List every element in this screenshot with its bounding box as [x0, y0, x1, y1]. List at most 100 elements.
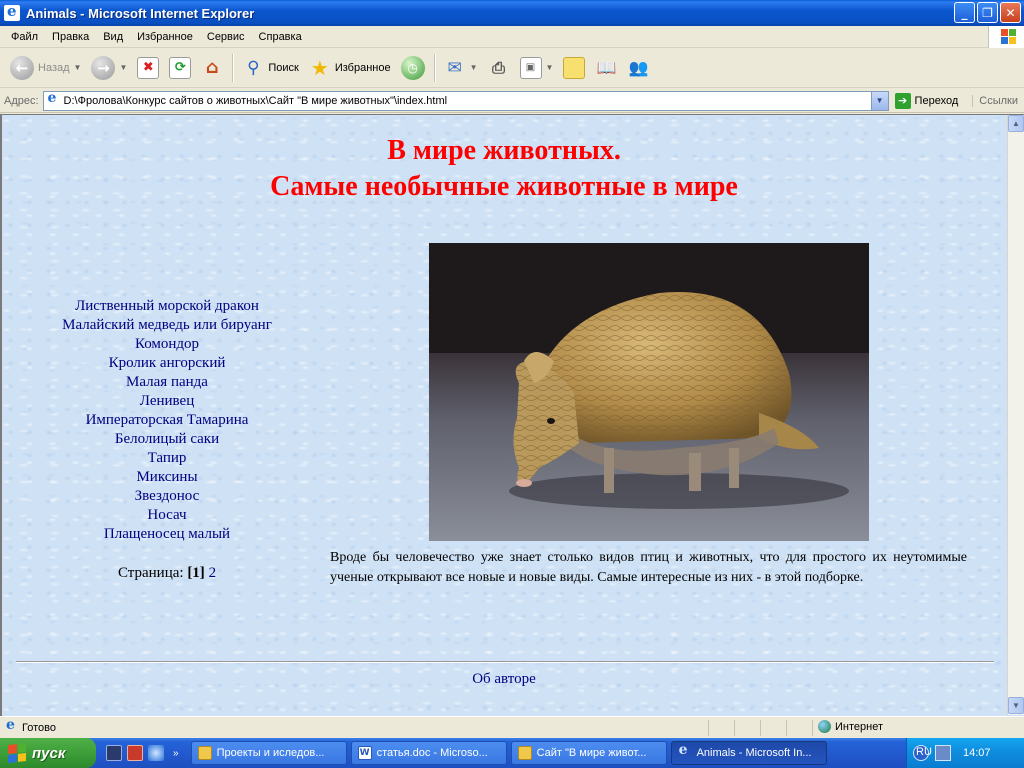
nav-link-hagfish[interactable]: Миксины [42, 468, 292, 487]
messenger-users-icon: 👥 [628, 58, 649, 77]
quick-launch-more-icon[interactable]: » [173, 748, 179, 759]
animal-nav-list: Лиственный морской дракон Малайский медв… [42, 297, 292, 544]
nav-link-emperor-tamarin[interactable]: Императорская Тамарина [42, 411, 292, 430]
refresh-button[interactable]: ⟳ [165, 51, 195, 85]
security-zone-label: Интернет [835, 720, 883, 733]
minimize-button[interactable]: _ [954, 2, 975, 23]
home-button[interactable]: ⌂ [197, 51, 227, 85]
menu-tools[interactable]: Сервис [200, 29, 252, 45]
nav-link-tapir[interactable]: Тапир [42, 449, 292, 468]
edit-dropdown-icon[interactable]: ▼ [546, 63, 554, 72]
nav-link-sloth[interactable]: Ленивец [42, 392, 292, 411]
research-button[interactable]: 📖 [591, 51, 621, 85]
home-icon: ⌂ [205, 57, 219, 78]
print-button[interactable]: ⎙ [484, 51, 514, 85]
taskbar-item[interactable]: Проекты и иследов... [190, 741, 347, 765]
edit-button[interactable]: ▣ ▼ [516, 51, 558, 85]
go-arrow-icon: ➔ [894, 92, 911, 109]
menu-help[interactable]: Справка [252, 29, 309, 45]
quick-launch-app-icon[interactable] [127, 745, 143, 761]
menu-favorites[interactable]: Избранное [130, 29, 200, 45]
nav-link-sun-bear[interactable]: Малайский медведь или бируанг [42, 316, 292, 335]
start-button[interactable]: пуск [0, 738, 96, 768]
status-text: Готово [22, 721, 56, 734]
mail-dropdown-icon[interactable]: ▼ [470, 63, 478, 72]
internet-globe-icon [818, 720, 831, 733]
language-indicator[interactable]: RU [916, 746, 932, 758]
armadillo-photo [429, 243, 869, 541]
menu-edit[interactable]: Правка [45, 29, 96, 45]
word-document-icon: W [357, 746, 372, 760]
toolbar-separator [232, 53, 234, 82]
pagination-page-2-link[interactable]: 2 [209, 565, 217, 581]
status-divider [786, 720, 787, 736]
nav-link-pink-fairy-armadillo[interactable]: Плащеносец малый [42, 525, 292, 544]
menu-file[interactable]: Файл [4, 29, 45, 45]
nav-link-white-faced-saki[interactable]: Белолицый саки [42, 430, 292, 449]
taskbar-item[interactable]: W статья.doc - Microso... [350, 741, 507, 765]
close-button[interactable]: ✕ [1000, 2, 1021, 23]
footer-divider [16, 661, 994, 663]
back-button[interactable]: ← Назад ▼ [6, 51, 85, 85]
go-button[interactable]: ➔ Переход [894, 92, 958, 109]
address-value: D:\Фролова\Конкурс сайтов о животных\Сай… [63, 94, 448, 107]
search-icon: ⚲ [247, 57, 260, 78]
security-zone: Интернет [818, 720, 883, 733]
links-bar[interactable]: Ссылки [972, 94, 1018, 107]
ie-app-icon [4, 2, 20, 21]
pagination-label: Страница: [117, 565, 184, 581]
back-label: Назад [38, 61, 70, 74]
about-author-link[interactable]: Об авторе [2, 671, 1006, 688]
start-label: пуск [32, 744, 66, 762]
armadillo-illustration [429, 243, 869, 541]
scroll-up-button[interactable]: ▲ [1008, 115, 1024, 132]
taskbar-item[interactable]: Сайт "В мире живот... [510, 741, 667, 765]
folder-icon [197, 746, 212, 760]
forward-button[interactable]: → ▼ [87, 51, 131, 85]
nav-link-angora-rabbit[interactable]: Кролик ангорский [42, 354, 292, 373]
menu-view[interactable]: Вид [96, 29, 130, 45]
ie-icon [678, 746, 692, 760]
quick-launch-desktop-icon[interactable] [106, 745, 122, 761]
favorites-star-icon: ★ [310, 55, 329, 80]
research-icon: 📖 [596, 58, 617, 77]
address-dropdown-icon[interactable]: ▼ [870, 91, 888, 110]
nav-link-komondor[interactable]: Комондор [42, 335, 292, 354]
vertical-scrollbar[interactable]: ▲ ▼ [1007, 115, 1024, 715]
stop-button[interactable]: ✖ [133, 51, 163, 85]
folder-icon [517, 746, 532, 760]
nav-link-star-nosed-mole[interactable]: Звездонос [42, 487, 292, 506]
window-title-bar[interactable]: Animals - Microsoft Internet Explorer _ … [0, 0, 1024, 26]
taskbar: пуск » Проекты и иследов... W статья.doc… [0, 738, 1024, 768]
article-text: Вроде бы человечество уже знает столько … [330, 550, 967, 585]
pagination: Страница: [1] 2 [42, 565, 292, 582]
mail-button[interactable]: ✉ ▼ [440, 51, 482, 85]
nav-link-proboscis-monkey[interactable]: Носач [42, 506, 292, 525]
taskbar-item-active[interactable]: Animals - Microsoft In... [670, 741, 827, 765]
tray-network-icon[interactable] [935, 745, 951, 761]
address-label: Адрес: [4, 94, 39, 107]
nav-link-red-panda[interactable]: Малая панда [42, 373, 292, 392]
taskbar-item-label: Сайт "В мире живот... [536, 747, 647, 759]
forward-dropdown-icon[interactable]: ▼ [119, 63, 127, 72]
favorites-label: Избранное [334, 61, 391, 74]
quick-launch: » [106, 745, 179, 761]
note-icon [563, 56, 586, 79]
history-button[interactable]: ◷ [397, 51, 429, 85]
history-icon: ◷ [400, 55, 425, 80]
toolbar-separator [433, 53, 435, 82]
page-title-line1: В мире животных. [387, 135, 621, 166]
quick-launch-ie-icon[interactable] [148, 745, 164, 761]
toolbar: ← Назад ▼ → ▼ ✖ ⟳ ⌂ ⚲ Поиск ★ Избранное … [0, 48, 1024, 88]
back-dropdown-icon[interactable]: ▼ [74, 63, 82, 72]
search-button[interactable]: ⚲ Поиск [238, 51, 302, 85]
messenger-button[interactable]: 👥 [623, 51, 653, 85]
maximize-button[interactable]: ❐ [977, 2, 998, 23]
refresh-icon: ⟳ [169, 56, 192, 79]
scroll-down-button[interactable]: ▼ [1008, 697, 1024, 714]
address-input[interactable]: D:\Фролова\Конкурс сайтов о животных\Сай… [42, 90, 889, 111]
tray-clock[interactable]: 14:07 [963, 747, 991, 759]
nav-link-leafy-sea-dragon[interactable]: Лиственный морской дракон [42, 297, 292, 316]
discuss-button[interactable] [559, 51, 589, 85]
favorites-button[interactable]: ★ Избранное [305, 51, 395, 85]
